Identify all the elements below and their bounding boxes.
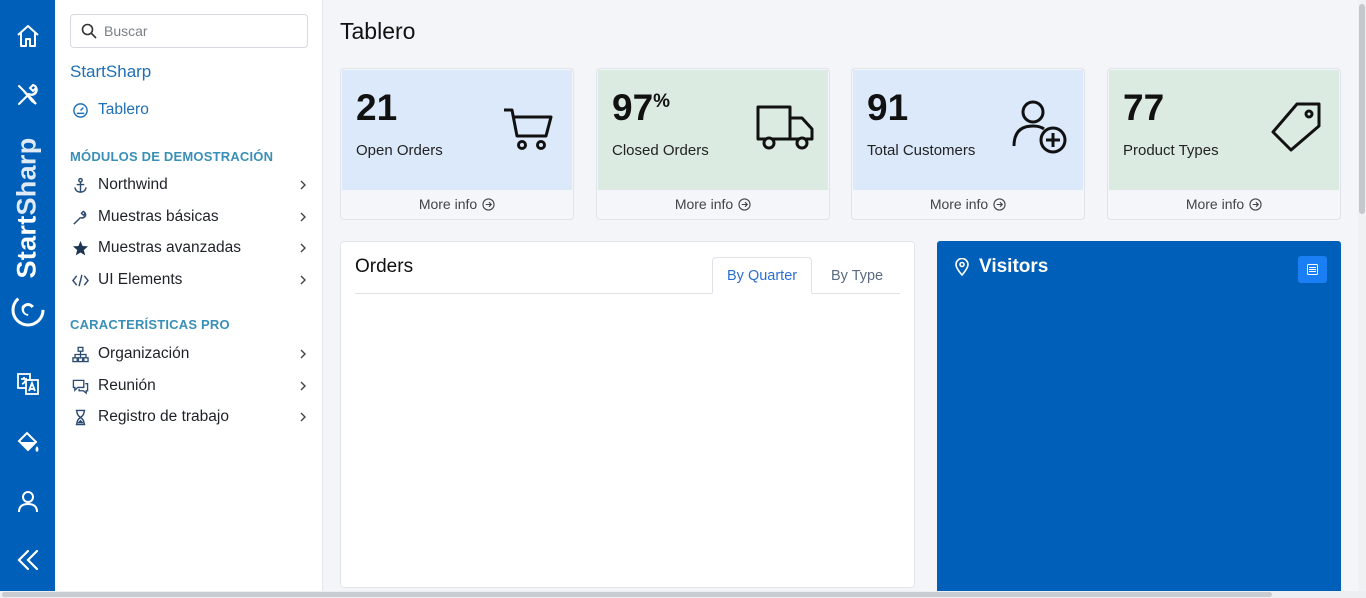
sidebar-item-northwind[interactable]: Northwind — [70, 170, 310, 200]
collapse-icon[interactable] — [0, 538, 55, 582]
calendar-button[interactable] — [1298, 256, 1327, 283]
search-box[interactable] — [70, 14, 308, 48]
more-info-link[interactable]: More info — [1108, 189, 1340, 219]
more-info-link[interactable]: More info — [341, 189, 573, 219]
stat-card-body: 77 Product Types — [1109, 70, 1339, 190]
tab-by-type[interactable]: By Type — [817, 257, 897, 294]
more-info-label: More info — [418, 196, 478, 212]
stat-card-total-customers: 91 Total Customers More info — [851, 68, 1085, 220]
sidebar-item-label: Reunión — [98, 377, 156, 394]
stat-value: 21 — [356, 87, 398, 128]
tab-by-quarter[interactable]: By Quarter — [712, 257, 813, 294]
visitors-panel: Visitors — [937, 241, 1341, 598]
brand-sharp: Sharp — [11, 137, 42, 216]
truck-icon — [756, 105, 814, 150]
stat-card-body: 21 Open Orders — [342, 70, 572, 190]
code-icon — [70, 270, 90, 290]
visitors-title: Visitors — [979, 256, 1049, 277]
arrow-circle-right-icon — [482, 197, 495, 211]
more-info-label: More info — [929, 196, 989, 212]
orders-panel: Orders By Quarter By Type — [340, 241, 915, 588]
sidebar: StartSharp Tablero MÓDULOS DE DEMOSTRACI… — [55, 0, 323, 598]
stat-card-body: 91 Total Customers — [853, 70, 1083, 190]
sidebar-item-dashboard[interactable]: Tablero — [70, 95, 310, 125]
brand-logo-vertical: StartSharp — [0, 128, 55, 338]
app-rail: StartSharp — [0, 0, 55, 598]
page-title: Tablero — [340, 18, 416, 44]
stat-value: 97% — [612, 87, 671, 128]
horizontal-scrollbar[interactable] — [0, 591, 1366, 598]
sidebar-item-organization[interactable]: Organización — [70, 339, 310, 369]
paint-bucket-icon[interactable] — [0, 420, 55, 464]
anchor-icon — [70, 175, 90, 195]
stat-label: Closed Orders — [612, 142, 709, 159]
stat-card-open-orders: 21 Open Orders More info — [340, 68, 574, 220]
stat-label: Total Customers — [867, 142, 976, 159]
search-input[interactable] — [104, 23, 294, 39]
gauge-icon — [70, 100, 90, 120]
stat-value: 77 — [1123, 87, 1165, 128]
startsharp-logo-icon — [11, 293, 45, 327]
map-pin-icon — [955, 258, 969, 276]
brand-start: Start — [11, 215, 42, 279]
sidebar-item-advanced-samples[interactable]: Muestras avanzadas — [70, 233, 310, 263]
section-demo-title: MÓDULOS DE DEMOSTRACIÓN — [70, 149, 274, 164]
user-icon[interactable] — [0, 479, 55, 523]
stat-label: Open Orders — [356, 142, 443, 159]
sidebar-item-ui-elements[interactable]: UI Elements — [70, 265, 310, 295]
chevron-right-icon — [300, 180, 306, 190]
stat-card-body: 97% Closed Orders — [598, 70, 828, 190]
chat-icon — [70, 376, 90, 396]
stat-label: Product Types — [1123, 142, 1219, 159]
stat-card-closed-orders: 97% Closed Orders More info — [596, 68, 830, 220]
sidebar-item-label: Tablero — [98, 101, 149, 118]
tools-icon[interactable] — [0, 73, 55, 117]
org-chart-icon — [70, 344, 90, 364]
wrench-icon — [70, 207, 90, 227]
more-info-link[interactable]: More info — [852, 189, 1084, 219]
chevron-right-icon — [300, 412, 306, 422]
arrow-circle-right-icon — [738, 197, 751, 211]
arrow-circle-right-icon — [993, 197, 1006, 211]
chevron-right-icon — [300, 381, 306, 391]
calendar-icon — [1307, 264, 1318, 275]
visitors-header: Visitors — [953, 256, 1048, 278]
sidebar-item-label: Muestras básicas — [98, 208, 219, 225]
sidebar-item-meeting[interactable]: Reunión — [70, 371, 310, 401]
more-info-label: More info — [674, 196, 734, 212]
user-plus-icon — [1012, 100, 1067, 154]
section-pro-title: CARACTERÍSTICAS PRO — [70, 317, 230, 332]
stat-value: 91 — [867, 87, 909, 128]
sidebar-item-basic-samples[interactable]: Muestras básicas — [70, 202, 310, 232]
stat-card-product-types: 77 Product Types More info — [1107, 68, 1341, 220]
cart-icon — [504, 108, 553, 150]
star-icon — [70, 238, 90, 258]
arrow-circle-right-icon — [1249, 197, 1262, 211]
scrollbar-thumb[interactable] — [2, 592, 1272, 597]
sidebar-item-label: Northwind — [98, 176, 168, 193]
chevron-right-icon — [300, 349, 306, 359]
vertical-scrollbar[interactable] — [1358, 0, 1366, 598]
sidebar-item-work-log[interactable]: Registro de trabajo — [70, 402, 310, 432]
sidebar-brand[interactable]: StartSharp — [70, 62, 151, 82]
hourglass-icon — [70, 407, 90, 427]
more-info-link[interactable]: More info — [597, 189, 829, 219]
chevron-right-icon — [300, 212, 306, 222]
sidebar-item-label: Organización — [98, 345, 190, 362]
tag-icon — [1271, 102, 1321, 152]
sidebar-item-label: UI Elements — [98, 271, 183, 288]
chevron-right-icon — [300, 275, 306, 285]
chevron-right-icon — [300, 243, 306, 253]
scrollbar-thumb[interactable] — [1359, 4, 1365, 214]
sidebar-item-label: Registro de trabajo — [98, 408, 229, 425]
translate-icon[interactable] — [0, 362, 55, 406]
search-icon — [81, 23, 97, 39]
orders-title: Orders — [355, 256, 414, 277]
home-icon[interactable] — [0, 14, 55, 58]
more-info-label: More info — [1185, 196, 1245, 212]
sidebar-item-label: Muestras avanzadas — [98, 239, 242, 256]
